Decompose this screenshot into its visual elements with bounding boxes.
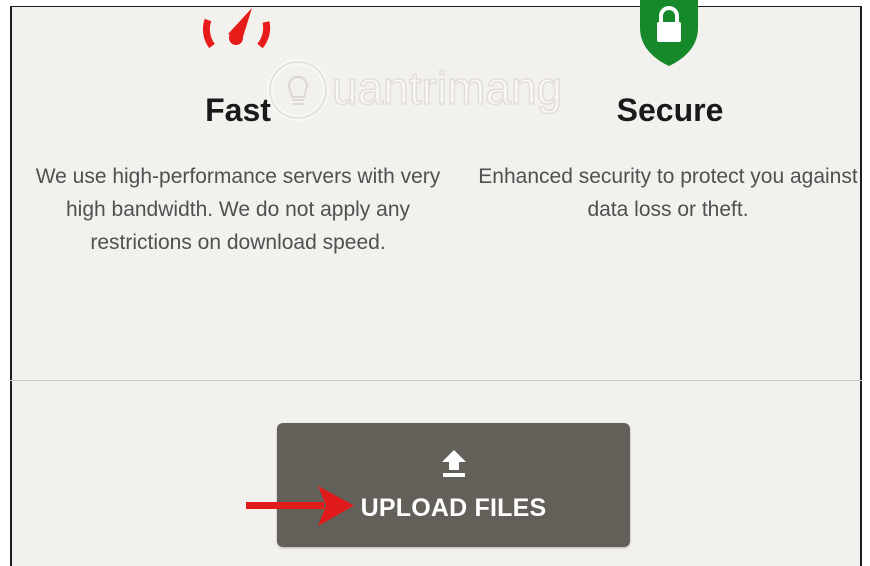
fast-description: We use high-performance servers with ver… [35,165,441,254]
watermark-text: uantrimang [332,62,562,114]
upload-files-label: UPLOAD FILES [360,493,547,522]
section-divider [10,380,862,381]
red-pointer-arrow [246,486,354,526]
upload-arrow-icon [441,449,466,477]
secure-description: Enhanced security to protect you against… [478,165,858,221]
lock-shield-icon [640,0,698,66]
speedometer-icon [202,8,271,49]
watermark-logo: uantrimang [267,59,563,121]
